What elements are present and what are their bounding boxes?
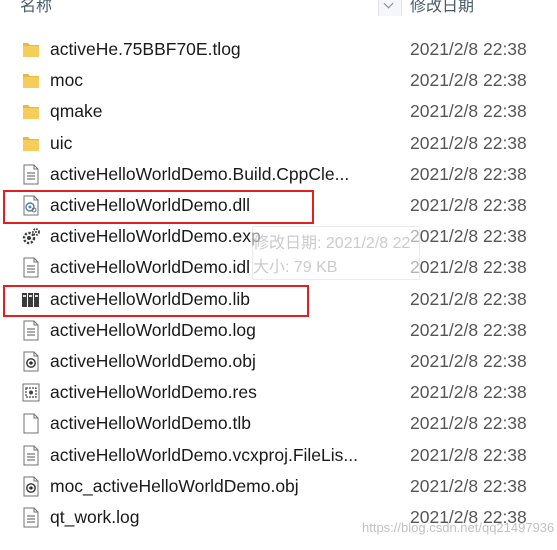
file-name: activeHelloWorldDemo.exp: [50, 226, 261, 247]
file-modified-date: 2021/2/8 22:38: [410, 351, 527, 371]
text-file-icon: [21, 257, 41, 278]
folder-icon: [21, 39, 41, 60]
text-file-icon: [21, 445, 41, 466]
file-name: activeHelloWorldDemo.res: [50, 382, 257, 403]
file-name: activeHelloWorldDemo.idl: [50, 257, 251, 278]
file-modified-date: 2021/2/8 22:38: [410, 413, 527, 434]
gear-file-icon: [21, 226, 41, 247]
file-name: activeHelloWorldDemo.log: [50, 319, 256, 340]
file-name: qmake: [50, 101, 103, 122]
file-modified-date: 2021/2/8 22:38: [410, 163, 527, 184]
file-name: uic: [50, 132, 73, 153]
folder-icon: [21, 70, 41, 91]
column-header-name[interactable]: 名称: [20, 0, 52, 16]
file-row[interactable]: qmake 2021/2/8 22:38: [0, 96, 557, 127]
resource-file-icon: [21, 382, 41, 403]
folder-icon: [21, 101, 41, 122]
file-row[interactable]: uic 2021/2/8 22:38: [0, 128, 557, 159]
text-file-icon: [21, 164, 41, 185]
file-name: activeHelloWorldDemo.tlb: [50, 413, 252, 434]
file-name: activeHelloWorldDemo.Build.CppCle...: [50, 163, 350, 184]
file-row[interactable]: activeHelloWorldDemo.log 2021/2/8 22:38: [0, 315, 557, 346]
watermark: https://blog.csdn.net/qq21497936: [362, 520, 555, 535]
file-row[interactable]: moc 2021/2/8 22:38: [0, 65, 557, 96]
file-name: activeHelloWorldDemo.obj: [50, 351, 256, 371]
file-row[interactable]: activeHe.75BBF70E.tlog 2021/2/8 22:38: [0, 34, 557, 65]
text-file-icon: [21, 320, 41, 341]
file-row[interactable]: moc_activeHelloWorldDemo.obj 2021/2/8 22:…: [0, 471, 557, 502]
file-name: activeHelloWorldDemo.vcxproj.FileLis...: [50, 444, 358, 465]
object-file-icon: [21, 476, 41, 497]
folder-icon: [21, 133, 41, 154]
highlight-box-lib: [3, 285, 309, 317]
file-row[interactable]: activeHelloWorldDemo.res 2021/2/8 22:38: [0, 377, 557, 408]
file-name: moc_activeHelloWorldDemo.obj: [50, 475, 299, 496]
tooltip-size: 大小: 79 KB: [253, 259, 338, 276]
file-row[interactable]: activeHelloWorldDemo.obj 2021/2/8 22:38: [0, 346, 557, 377]
file-modified-date: 2021/2/8 22:38: [410, 257, 527, 278]
file-row[interactable]: activeHelloWorldDemo.tlb 2021/2/8 22:38: [0, 408, 557, 439]
column-header-date[interactable]: 修改日期: [410, 0, 474, 16]
file-row[interactable]: activeHelloWorldDemo.Build.CppCle... 2021…: [0, 159, 557, 190]
file-name: qt_work.log: [50, 507, 140, 527]
highlight-box-dll: [3, 190, 314, 224]
file-modified-date: 2021/2/8 22:38: [410, 70, 527, 91]
file-modified-date: 2021/2/8 22:38: [410, 288, 527, 309]
file-modified-date: 2021/2/8 22:38: [410, 475, 527, 496]
object-file-icon: [21, 351, 41, 372]
file-name: moc: [50, 70, 84, 91]
file-modified-date: 2021/2/8 22:38: [410, 101, 527, 122]
file-modified-date: 2021/2/8 22:38: [410, 382, 527, 403]
chevron-down-icon: [383, 0, 394, 9]
file-tooltip: 修改日期: 2021/2/8 22 大小: 79 KB: [252, 226, 420, 280]
tooltip-date: 修改日期: 2021/2/8 22: [253, 235, 411, 252]
file-row[interactable]: activeHelloWorldDemo.vcxproj.FileLis... 2…: [0, 440, 557, 471]
file-modified-date: 2021/2/8 22:38: [410, 39, 527, 59]
text-file-icon: [21, 507, 41, 528]
file-modified-date: 2021/2/8 22:38: [410, 444, 527, 465]
file-modified-date: 2021/2/8 22:38: [410, 132, 527, 153]
file-name: activeHe.75BBF70E.tlog: [50, 39, 241, 59]
file-modified-date: 2021/2/8 22:38: [410, 195, 527, 215]
sort-dropdown[interactable]: [378, 0, 402, 16]
file-modified-date: 2021/2/8 22:38: [410, 226, 527, 247]
column-header: 名称 修改日期: [0, 0, 557, 16]
file-modified-date: 2021/2/8 22:38: [410, 319, 527, 340]
blank-file-icon: [21, 413, 41, 434]
